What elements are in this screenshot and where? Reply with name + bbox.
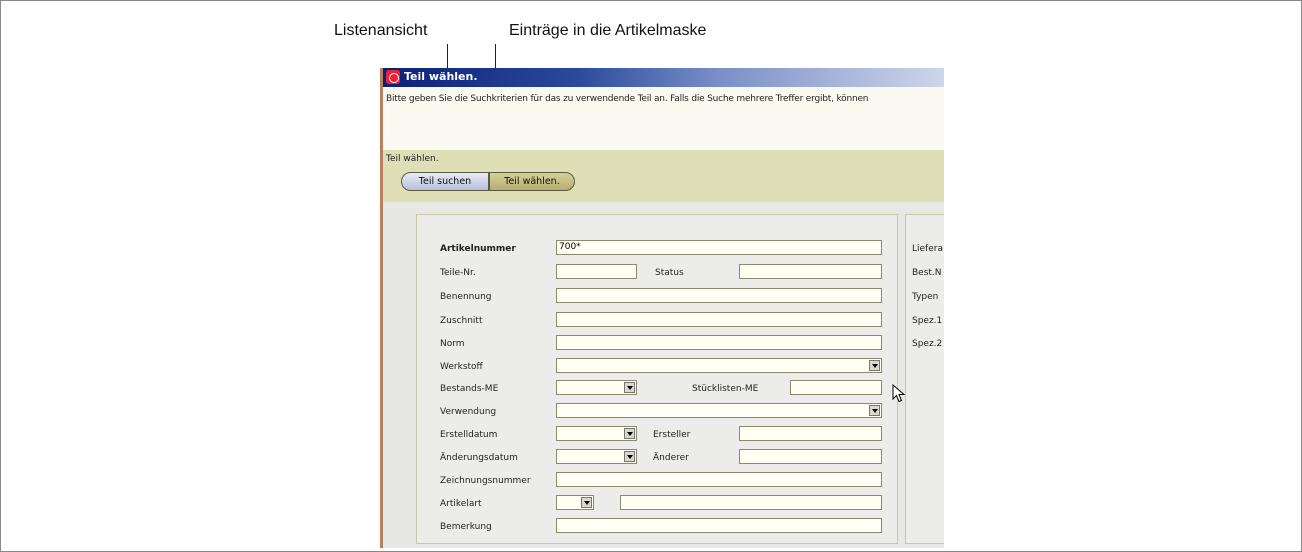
app-window: Teil wählen. Bitte geben Sie die Suchkri… [380, 68, 944, 548]
erstelldatum-label: Erstelldatum [440, 430, 498, 440]
aenderungsdatum-select[interactable] [556, 449, 637, 464]
zeichnungsnummer-input[interactable] [556, 472, 882, 487]
callout-entries: Einträge in die Artikelmaske [509, 22, 707, 39]
stuecklisten-me-label: Stücklisten-ME [692, 384, 759, 394]
right-panel [905, 214, 944, 544]
zuschnitt-input[interactable] [556, 312, 882, 327]
zeichnungsnummer-label: Zeichnungsnummer [440, 476, 531, 486]
action-section: Teil wählen. Teil suchen Teil wählen. [380, 150, 944, 202]
callout-list-view: Listenansicht [334, 22, 428, 39]
app-icon [386, 70, 400, 84]
bemerkung-input[interactable] [556, 518, 882, 533]
aenderer-input[interactable] [739, 449, 882, 464]
chevron-down-icon[interactable] [581, 497, 592, 508]
teilenr-label: Teile-Nr. [440, 268, 476, 278]
chevron-down-icon[interactable] [624, 382, 635, 393]
chevron-down-icon[interactable] [869, 405, 880, 416]
verwendung-select[interactable] [556, 403, 882, 418]
stuecklisten-me-input[interactable] [790, 380, 882, 395]
right-label-bestn: Best.N [912, 268, 942, 278]
status-label: Status [655, 268, 684, 278]
artikelart-select[interactable] [556, 495, 594, 510]
bemerkung-label: Bemerkung [440, 522, 492, 532]
benennung-input[interactable] [556, 288, 882, 303]
teil-suchen-button[interactable]: Teil suchen [401, 172, 489, 191]
mouse-pointer-icon [892, 384, 906, 403]
status-input[interactable] [739, 264, 882, 279]
right-label-spez2: Spez.2 [912, 339, 943, 349]
artikelart-label: Artikelart [440, 499, 482, 509]
ersteller-label: Ersteller [653, 430, 691, 440]
chevron-down-icon[interactable] [624, 451, 635, 462]
bestands-me-label: Bestands-ME [440, 384, 499, 394]
artikelnummer-input[interactable]: 700* [556, 240, 882, 255]
right-label-liefera: Liefera [912, 244, 943, 254]
teil-waehlen-button[interactable]: Teil wählen. [489, 172, 575, 191]
verwendung-label: Verwendung [440, 407, 497, 417]
aenderungsdatum-label: Änderungsdatum [440, 453, 518, 463]
ersteller-input[interactable] [739, 426, 882, 441]
aenderer-label: Änderer [653, 453, 689, 463]
artikelnummer-label: Artikelnummer [440, 244, 516, 254]
window-title: Teil wählen. [404, 70, 478, 83]
description-text: Bitte geben Sie die Suchkriterien für da… [386, 94, 869, 104]
bestands-me-select[interactable] [556, 380, 637, 395]
teilenr-input[interactable] [556, 264, 637, 279]
window-left-border [380, 68, 383, 548]
chevron-down-icon[interactable] [624, 428, 635, 439]
zuschnitt-label: Zuschnitt [440, 316, 483, 326]
section-label: Teil wählen. [386, 154, 439, 164]
erstelldatum-select[interactable] [556, 426, 637, 441]
benennung-label: Benennung [440, 292, 492, 302]
werkstoff-select[interactable] [556, 358, 882, 373]
norm-input[interactable] [556, 335, 882, 350]
right-label-spez1: Spez.1 [912, 316, 943, 326]
chevron-down-icon[interactable] [869, 360, 880, 371]
right-label-typen: Typen [912, 292, 939, 302]
artikelart-text-input[interactable] [620, 495, 882, 510]
norm-label: Norm [440, 339, 465, 349]
title-bar: Teil wählen. [380, 68, 944, 87]
form-area: Artikelnummer 700* Teile-Nr. Status Bene… [380, 202, 944, 548]
werkstoff-label: Werkstoff [440, 362, 483, 372]
